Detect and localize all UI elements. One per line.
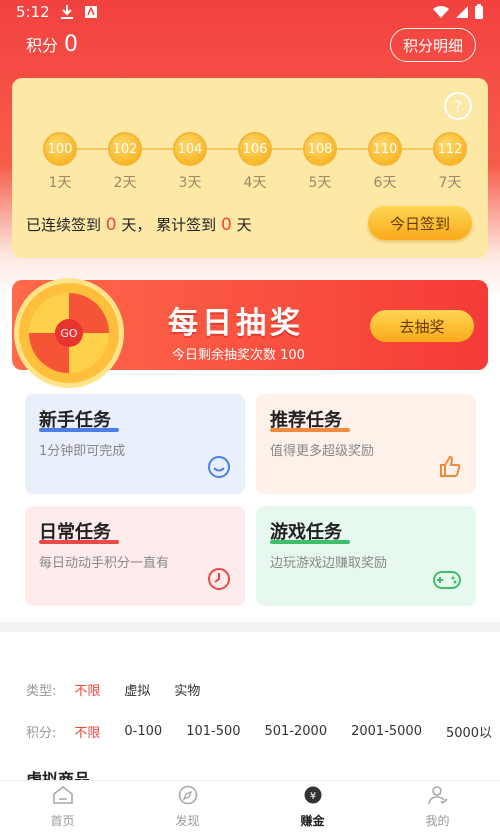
coin-icon: 100 bbox=[43, 132, 77, 166]
total-days: 0 bbox=[220, 215, 232, 235]
task-underline bbox=[270, 428, 350, 432]
points-filter-label: 积分: bbox=[26, 726, 57, 741]
tab-mine[interactable]: 我的 bbox=[375, 781, 500, 833]
day-label: 5天 bbox=[308, 175, 332, 191]
task-desc: 1分钟即可完成 bbox=[39, 444, 126, 459]
day-item: 112 7天 bbox=[428, 132, 472, 192]
day-item: 108 5天 bbox=[298, 132, 342, 192]
day-label: 6天 bbox=[373, 175, 397, 191]
streak-prefix: 已连续签到 bbox=[26, 216, 102, 234]
tab-label: 发现 bbox=[175, 814, 200, 828]
status-time: 5:12 bbox=[16, 3, 50, 21]
task-underline bbox=[39, 540, 119, 544]
task-card-game[interactable]: 游戏任务 边玩游戏边赚取奖励 bbox=[256, 506, 476, 606]
lottery-title: 每日抽奖 bbox=[168, 306, 304, 341]
points-filter-option[interactable]: 5000以 bbox=[446, 722, 492, 741]
app-notification-icon bbox=[84, 4, 98, 24]
tab-earn[interactable]: ¥ 赚金 bbox=[250, 781, 375, 833]
day-item: 100 1天 bbox=[38, 132, 82, 192]
home-icon bbox=[52, 785, 74, 810]
task-desc: 边玩游戏边赚取奖励 bbox=[270, 556, 388, 571]
day-label: 1天 bbox=[48, 175, 72, 191]
points-filter-option[interactable]: 101-500 bbox=[186, 724, 240, 739]
thumb-up-icon bbox=[438, 455, 462, 484]
type-filter-option[interactable]: 虚拟 bbox=[124, 680, 150, 699]
streak-mid: 天， 累计签到 bbox=[121, 216, 217, 234]
download-icon bbox=[60, 4, 74, 24]
svg-text:¥: ¥ bbox=[309, 791, 315, 802]
task-underline bbox=[270, 540, 350, 544]
points-filter-option[interactable]: 0-100 bbox=[124, 724, 162, 739]
task-card-recommended[interactable]: 推荐任务 值得更多超级奖励 bbox=[256, 394, 476, 494]
points-filter-option[interactable]: 2001-5000 bbox=[351, 724, 422, 739]
task-card-newbie[interactable]: 新手任务 1分钟即可完成 bbox=[25, 394, 245, 494]
points-filter-option[interactable]: 501-2000 bbox=[265, 724, 328, 739]
help-icon[interactable]: ? bbox=[444, 92, 472, 120]
day-label: 3天 bbox=[178, 175, 202, 191]
signin-card: ? 100 1天 102 2天 104 3天 106 4天 108 5天 110… bbox=[12, 78, 488, 258]
status-bar: 5:12 bbox=[0, 0, 500, 26]
day-item: 106 4天 bbox=[233, 132, 277, 192]
day-label: 2天 bbox=[113, 175, 137, 191]
day-label: 4天 bbox=[243, 175, 267, 191]
streak-days: 0 bbox=[105, 215, 117, 235]
tab-home[interactable]: 首页 bbox=[0, 781, 125, 833]
signal-icon bbox=[454, 4, 470, 24]
task-underline bbox=[39, 428, 119, 432]
coin-icon: 106 bbox=[238, 132, 272, 166]
coin-icon: 112 bbox=[433, 132, 467, 166]
type-filter-row: 类型: 不限 虚拟 实物 bbox=[26, 680, 224, 699]
bottom-tab-bar: 首页 发现 ¥ 赚金 我的 bbox=[0, 780, 500, 833]
type-filter-option[interactable]: 实物 bbox=[174, 680, 200, 699]
points-filter-option[interactable]: 不限 bbox=[74, 722, 100, 741]
lottery-remaining: 今日剩余抽奖次数 100 bbox=[172, 348, 305, 363]
compass-icon bbox=[177, 785, 199, 810]
user-icon bbox=[427, 785, 449, 810]
points-value: 0 bbox=[64, 32, 79, 57]
type-filter-option[interactable]: 不限 bbox=[74, 680, 100, 699]
streak-suffix: 天 bbox=[236, 216, 252, 234]
task-desc: 值得更多超级奖励 bbox=[270, 444, 375, 459]
day-label: 7天 bbox=[438, 175, 462, 191]
lottery-button[interactable]: 去抽奖 bbox=[370, 310, 474, 342]
tab-label: 首页 bbox=[50, 814, 75, 828]
points-summary: 积分 0 bbox=[26, 32, 78, 57]
earn-icon: ¥ bbox=[302, 785, 324, 810]
checkin-button[interactable]: 今日签到 bbox=[368, 206, 472, 240]
coin-icon: 102 bbox=[108, 132, 142, 166]
points-detail-button[interactable]: 积分明细 bbox=[389, 28, 476, 62]
signin-streak-text: 已连续签到 0 天， 累计签到 0 天 bbox=[26, 214, 252, 235]
type-filter-label: 类型: bbox=[26, 684, 57, 699]
day-item: 104 3天 bbox=[168, 132, 212, 192]
tab-label: 赚金 bbox=[300, 814, 325, 828]
day-item: 102 2天 bbox=[103, 132, 147, 192]
section-divider bbox=[0, 622, 500, 632]
coin-icon: 104 bbox=[173, 132, 207, 166]
smile-icon bbox=[207, 455, 231, 484]
lottery-wheel-icon: GO bbox=[14, 278, 124, 388]
day-item: 110 6天 bbox=[363, 132, 407, 192]
coin-icon: 110 bbox=[368, 132, 402, 166]
points-label: 积分 bbox=[26, 36, 59, 55]
battery-icon bbox=[474, 4, 484, 24]
coin-icon: 108 bbox=[303, 132, 337, 166]
clock-icon bbox=[207, 567, 231, 596]
gamepad-icon bbox=[432, 569, 462, 596]
task-desc: 每日动动手积分一直有 bbox=[39, 556, 170, 571]
tab-label: 我的 bbox=[425, 814, 450, 828]
wheel-go-label: GO bbox=[55, 319, 83, 347]
tab-discover[interactable]: 发现 bbox=[125, 781, 250, 833]
points-filter-row: 积分: 不限 0-100 101-500 501-2000 2001-5000 … bbox=[26, 722, 492, 741]
task-card-daily[interactable]: 日常任务 每日动动手积分一直有 bbox=[25, 506, 245, 606]
wifi-icon bbox=[432, 4, 450, 24]
